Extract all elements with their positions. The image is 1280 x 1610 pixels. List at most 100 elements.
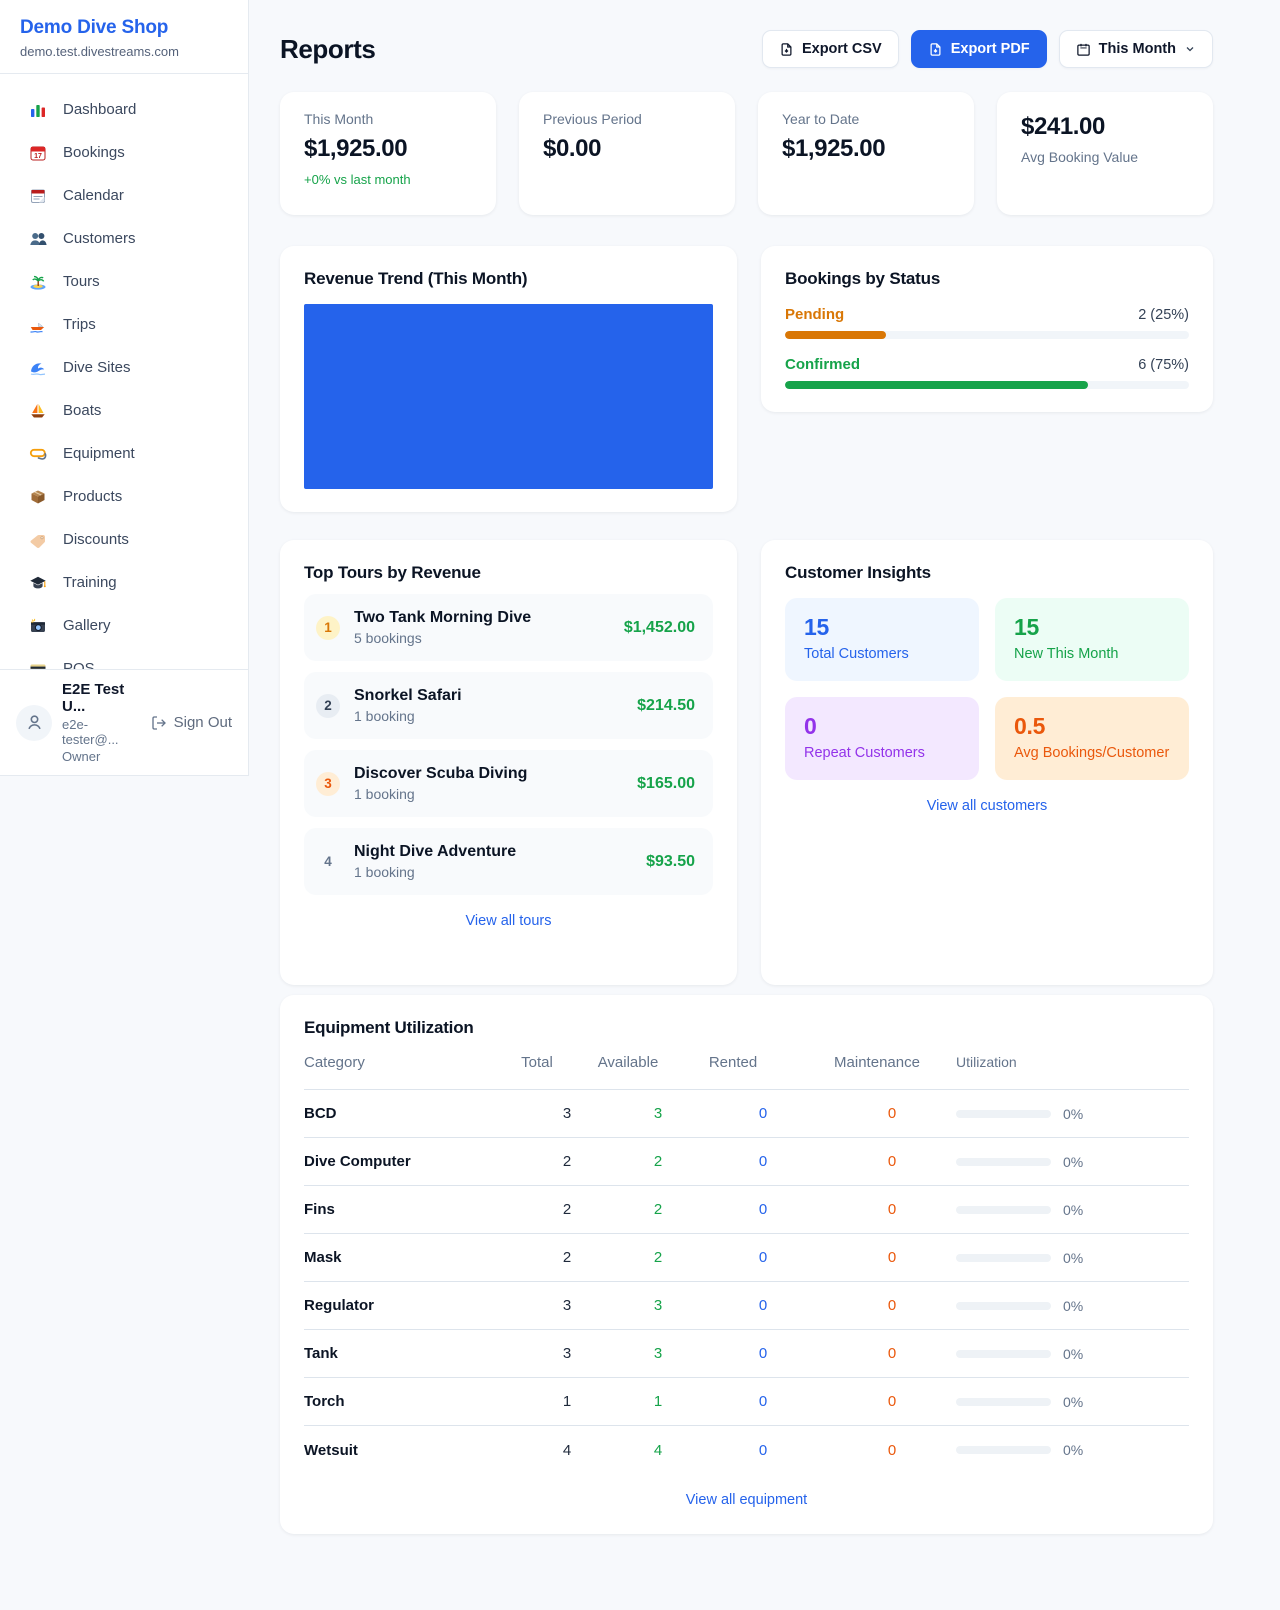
table-row: BCD 3 3 0 0 0% (304, 1090, 1189, 1138)
equip-rented: 0 (728, 1153, 798, 1170)
equip-total: 2 (532, 1249, 602, 1266)
sidebar-item-gallery[interactable]: Gallery (0, 604, 248, 647)
equip-rented: 0 (728, 1249, 798, 1266)
tour-row[interactable]: 4 Night Dive Adventure 1 booking $93.50 (304, 828, 713, 895)
status-bar-track (785, 381, 1189, 389)
sidebar-item-label: Products (63, 488, 122, 505)
person-icon (25, 713, 44, 732)
equip-total: 1 (532, 1393, 602, 1410)
tile-value: 0 (804, 713, 960, 740)
equip-total: 2 (532, 1153, 602, 1170)
tile-label: Avg Bookings/Customer (1014, 745, 1170, 761)
speedboat-icon (29, 316, 47, 334)
sidebar-item-calendar[interactable]: Calendar (0, 174, 248, 217)
equip-available: 4 (623, 1442, 693, 1459)
rank-badge: 2 (316, 694, 340, 718)
stat-card-year-to-date: Year to Date $1,925.00 (758, 92, 974, 215)
sign-out-icon (151, 715, 167, 731)
period-dropdown[interactable]: This Month (1059, 30, 1213, 68)
status-value: 6 (75%) (1138, 357, 1189, 373)
tour-name: Discover Scuba Diving (354, 765, 623, 783)
sidebar-item-label: Trips (63, 316, 96, 333)
sidebar-item-boats[interactable]: Boats (0, 389, 248, 432)
table-row: Regulator 3 3 0 0 0% (304, 1282, 1189, 1330)
tile-label: Total Customers (804, 646, 960, 662)
export-csv-button[interactable]: Export CSV (762, 30, 899, 68)
equip-available: 3 (623, 1345, 693, 1362)
col-maintenance: Maintenance (827, 1054, 927, 1071)
table-row: Dive Computer 2 2 0 0 0% (304, 1138, 1189, 1186)
equipment-utilization-panel: Equipment Utilization Category Total Ava… (280, 995, 1213, 1534)
island-icon (29, 273, 47, 291)
sidebar-item-pos[interactable]: POS (0, 647, 248, 669)
utilization-bar (956, 1158, 1051, 1166)
equip-rented: 0 (728, 1297, 798, 1314)
tour-revenue: $214.50 (637, 697, 695, 715)
utilization-percent: 0% (1063, 1154, 1083, 1170)
sidebar-item-label: Boats (63, 402, 101, 419)
tour-row[interactable]: 3 Discover Scuba Diving 1 booking $165.0… (304, 750, 713, 817)
equip-available: 2 (623, 1153, 693, 1170)
view-all-customers-link[interactable]: View all customers (785, 798, 1189, 814)
equipment-table: Category Total Available Rented Maintena… (304, 1052, 1189, 1474)
brand-block: Demo Dive Shop demo.test.divestreams.com (0, 0, 248, 74)
equip-category: Dive Computer (304, 1153, 532, 1170)
equipment-utilization-title: Equipment Utilization (304, 1018, 1189, 1038)
utilization-percent: 0% (1063, 1298, 1083, 1314)
sidebar-item-trips[interactable]: Trips (0, 303, 248, 346)
col-utilization: Utilization (956, 1054, 1189, 1070)
tour-name: Snorkel Safari (354, 687, 623, 705)
sidebar-item-label: Calendar (63, 187, 124, 204)
chevron-down-icon (1184, 43, 1196, 55)
status-bar-fill (785, 381, 1088, 389)
user-email: e2e-tester@... (62, 717, 141, 747)
sidebar-item-dashboard[interactable]: Dashboard (0, 88, 248, 131)
sidebar-item-equipment[interactable]: Equipment (0, 432, 248, 475)
tour-name: Two Tank Morning Dive (354, 609, 610, 627)
sidebar-item-tours[interactable]: Tours (0, 260, 248, 303)
calendar-date-icon: 17 (29, 144, 47, 162)
stat-card-this-month: This Month $1,925.00 +0% vs last month (280, 92, 496, 215)
tear-calendar-icon (29, 187, 47, 205)
stat-label: Avg Booking Value (1021, 149, 1189, 165)
equip-available: 3 (623, 1105, 693, 1122)
utilization-bar (956, 1110, 1051, 1118)
equip-category: Mask (304, 1249, 532, 1266)
stat-delta: +0% vs last month (304, 172, 472, 187)
tour-revenue: $93.50 (646, 853, 695, 871)
sidebar-item-label: Dive Sites (63, 359, 131, 376)
col-total: Total (502, 1054, 572, 1071)
svg-text:17: 17 (34, 153, 42, 160)
revenue-trend-panel: Revenue Trend (This Month) (280, 246, 737, 512)
equip-maintenance: 0 (857, 1393, 927, 1410)
sidebar-item-label: Dashboard (63, 101, 136, 118)
sidebar-item-dive-sites[interactable]: Dive Sites (0, 346, 248, 389)
package-icon (29, 488, 47, 506)
sidebar-item-bookings[interactable]: 17 Bookings (0, 131, 248, 174)
view-all-tours-link[interactable]: View all tours (304, 913, 713, 929)
sidebar-item-products[interactable]: Products (0, 475, 248, 518)
sidebar-item-customers[interactable]: Customers (0, 217, 248, 260)
tour-row[interactable]: 1 Two Tank Morning Dive 5 bookings $1,45… (304, 594, 713, 661)
file-download-icon (779, 42, 794, 57)
equip-category: Wetsuit (304, 1442, 532, 1459)
top-tours-title: Top Tours by Revenue (304, 563, 713, 583)
tour-row[interactable]: 2 Snorkel Safari 1 booking $214.50 (304, 672, 713, 739)
status-bar-track (785, 331, 1189, 339)
sign-out-button[interactable]: Sign Out (151, 714, 232, 731)
col-available: Available (593, 1054, 663, 1071)
customer-insights-panel: Customer Insights 15 Total Customers 15 … (761, 540, 1213, 985)
export-pdf-button[interactable]: Export PDF (911, 30, 1047, 68)
tile-value: 15 (804, 614, 960, 641)
sidebar-item-discounts[interactable]: Discounts (0, 518, 248, 561)
sidebar-item-label: Bookings (63, 144, 125, 161)
utilization-percent: 0% (1063, 1442, 1083, 1458)
view-all-equipment-link[interactable]: View all equipment (304, 1492, 1189, 1508)
insight-tile-new-this-month: 15 New This Month (995, 598, 1189, 681)
shop-domain: demo.test.divestreams.com (20, 44, 228, 59)
sidebar-item-training[interactable]: Training (0, 561, 248, 604)
status-row-pending: Pending 2 (25%) (785, 306, 1189, 339)
camera-icon (29, 617, 47, 635)
equip-maintenance: 0 (857, 1442, 927, 1459)
equip-maintenance: 0 (857, 1297, 927, 1314)
